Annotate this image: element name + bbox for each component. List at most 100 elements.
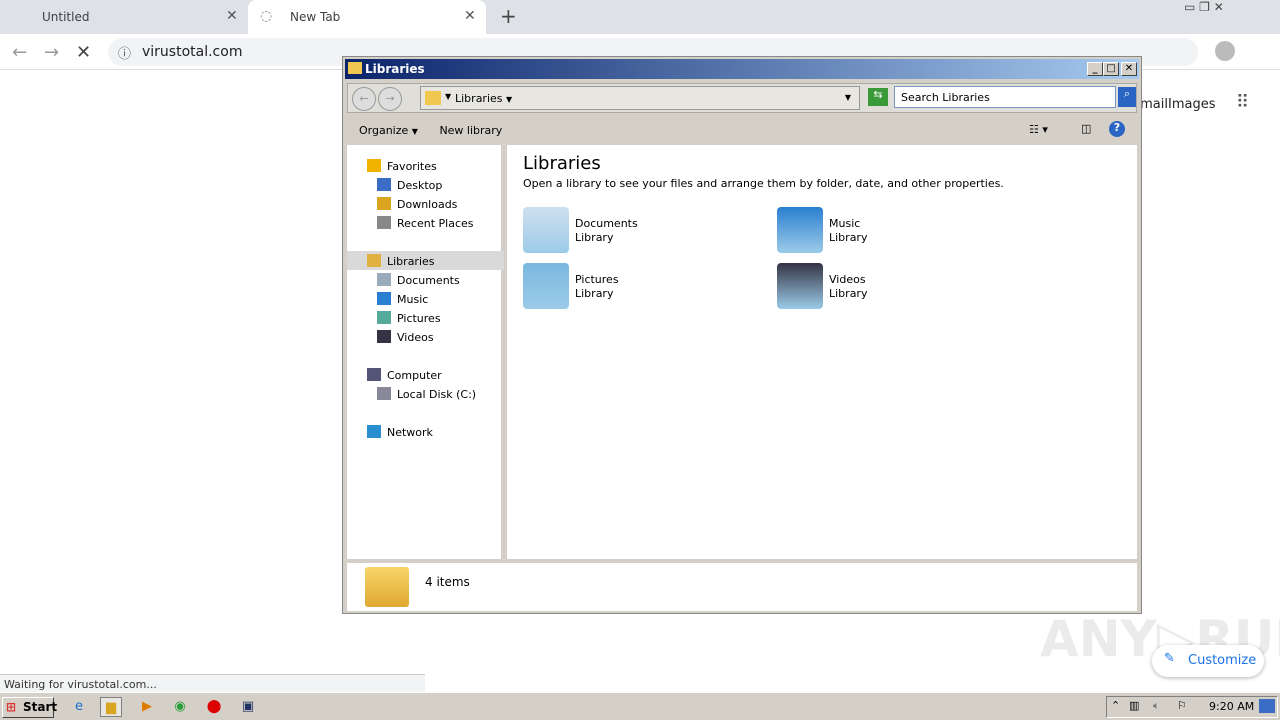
chevron-down-icon[interactable]: ▼ <box>506 95 512 104</box>
refresh-icon[interactable]: ⇆ <box>868 88 888 106</box>
action-center-flag-icon[interactable]: ⚐ <box>1177 699 1187 712</box>
breadcrumb-libraries[interactable]: Libraries <box>455 92 503 105</box>
close-button[interactable]: ✕ <box>1121 62 1137 76</box>
url-text: virustotal.com <box>142 44 243 60</box>
stop-button[interactable]: ✕ <box>76 42 91 63</box>
nav-item-local-disk-c[interactable]: Local Disk (C:) <box>347 384 504 403</box>
library-music[interactable]: Music Library <box>777 207 1017 257</box>
nav-item-pictures[interactable]: Pictures <box>347 308 504 327</box>
nav-item-desktop[interactable]: Desktop <box>347 175 504 194</box>
downloads-icon <box>377 197 391 210</box>
library-documents[interactable]: Documents Library <box>523 207 763 257</box>
preview-pane-icon[interactable]: ◫ <box>1081 122 1091 135</box>
content-pane: Libraries Open a library to see your fil… <box>507 145 1137 559</box>
forward-button[interactable]: → <box>378 87 402 111</box>
nav-item-label: Recent Places <box>397 217 474 230</box>
explorer-window: Libraries _ □ ✕ ← → ▼ Libraries ▼ ▼ ⇆ Se… <box>342 56 1142 614</box>
apps-grid-icon[interactable]: ⠿ <box>1236 92 1249 113</box>
library-name: Documents <box>575 217 638 230</box>
music-icon <box>377 292 391 305</box>
nav-item-documents[interactable]: Documents <box>347 270 504 289</box>
new-library-button[interactable]: New library <box>439 124 502 137</box>
details-pane: 4 items <box>347 563 1137 611</box>
library-icon <box>367 254 381 267</box>
start-label: Start <box>23 700 58 714</box>
back-button[interactable]: ← <box>352 87 376 111</box>
customize-label: Customize <box>1188 653 1257 668</box>
nav-item-network[interactable]: Network <box>347 422 504 441</box>
close-tab-icon[interactable]: ✕ <box>464 8 476 24</box>
nav-item-music[interactable]: Music <box>347 289 504 308</box>
search-input[interactable]: Search Libraries <box>894 86 1116 108</box>
help-icon[interactable]: ? <box>1109 121 1125 137</box>
nav-item-favorites[interactable]: Favorites <box>347 156 504 175</box>
computer-icon <box>367 368 381 381</box>
taskbar: ⊞ Start e ▆ ▶ ◉ ⬤ ▣ ⌃ ▥ 🔈︎ ⚐ 9:20 AM <box>0 692 1280 720</box>
documents-icon <box>377 273 391 286</box>
volume-icon[interactable]: 🔈︎ <box>1153 699 1160 713</box>
nav-item-label: Music <box>397 293 429 306</box>
recent-places-icon <box>377 216 391 229</box>
new-tab-button[interactable]: + <box>500 4 517 28</box>
tab-bar: Untitled ✕ ◌ New Tab ✕ + ▭ ❐ ✕ <box>0 0 1280 34</box>
chrome-icon[interactable]: ◉ <box>169 697 191 717</box>
history-dropdown-icon[interactable]: ▼ <box>845 93 851 102</box>
media-player-icon[interactable]: ▶ <box>136 697 158 717</box>
minimize-button[interactable]: _ <box>1087 62 1103 76</box>
chevron-down-icon[interactable]: ▼ <box>445 92 451 101</box>
nav-item-downloads[interactable]: Downloads <box>347 194 504 213</box>
tab-new-tab[interactable]: ◌ New Tab ✕ <box>248 0 486 34</box>
search-icon[interactable]: ⌕ <box>1118 87 1136 107</box>
videos-library-icon <box>777 263 823 309</box>
star-icon <box>367 159 381 172</box>
network-warning-icon[interactable]: ▥ <box>1129 699 1139 712</box>
windows-logo-icon: ⊞ <box>6 700 17 714</box>
forward-button[interactable]: → <box>44 42 59 63</box>
breadcrumb[interactable]: ▼ Libraries ▼ ▼ <box>420 86 860 110</box>
library-name: Pictures <box>575 273 619 286</box>
library-type: Library <box>575 231 614 244</box>
library-type: Library <box>829 231 868 244</box>
organize-button[interactable]: Organize ▼ <box>359 124 418 137</box>
nav-item-label: Network <box>387 426 433 439</box>
back-button[interactable]: ← <box>12 42 27 63</box>
library-type: Library <box>575 287 614 300</box>
tab-label: Untitled <box>42 10 90 24</box>
library-pictures[interactable]: Pictures Library <box>523 263 763 313</box>
profile-avatar[interactable] <box>1215 41 1235 61</box>
view-options-icon[interactable]: ☷ ▾ <box>1029 123 1048 136</box>
status-bar: Waiting for virustotal.com... <box>0 674 425 692</box>
pencil-icon: ✎ <box>1164 651 1175 666</box>
nav-item-computer[interactable]: Computer <box>347 365 504 384</box>
window-controls[interactable]: ▭ ❐ ✕ <box>1184 0 1224 14</box>
nav-item-libraries[interactable]: Libraries <box>347 251 504 270</box>
network-icon <box>367 425 381 438</box>
info-icon: ⓘ <box>118 47 132 62</box>
internet-explorer-icon[interactable]: e <box>68 697 90 717</box>
explorer-taskbar-icon[interactable]: ▆ <box>100 697 122 717</box>
nav-item-label: Downloads <box>397 198 458 211</box>
loading-spinner-icon: ◌ <box>260 8 273 24</box>
opera-icon[interactable]: ⬤ <box>203 697 225 717</box>
documents-library-icon <box>523 207 569 253</box>
start-button[interactable]: ⊞ Start <box>2 697 58 718</box>
customize-button[interactable]: ✎ Customize <box>1152 645 1264 677</box>
disk-icon <box>377 387 391 400</box>
maximize-button[interactable]: □ <box>1103 62 1119 76</box>
clock[interactable]: 9:20 AM <box>1209 700 1254 713</box>
show-desktop-icon[interactable] <box>1259 699 1275 713</box>
library-type: Library <box>829 287 868 300</box>
library-videos[interactable]: Videos Library <box>777 263 1017 313</box>
nav-item-videos[interactable]: Videos <box>347 327 504 346</box>
title-bar[interactable]: Libraries _ □ ✕ <box>345 59 1139 79</box>
nav-item-recent-places[interactable]: Recent Places <box>347 213 504 232</box>
tab-untitled[interactable]: Untitled ✕ <box>0 0 246 34</box>
window-title: Libraries <box>365 62 425 76</box>
library-name: Videos <box>829 273 866 286</box>
nav-item-label: Pictures <box>397 312 441 325</box>
nav-item-label: Desktop <box>397 179 443 192</box>
show-hidden-icons[interactable]: ⌃ <box>1111 699 1120 712</box>
images-link[interactable]: Images <box>1168 97 1216 112</box>
network-app-icon[interactable]: ▣ <box>237 697 259 717</box>
close-tab-icon[interactable]: ✕ <box>226 8 238 24</box>
